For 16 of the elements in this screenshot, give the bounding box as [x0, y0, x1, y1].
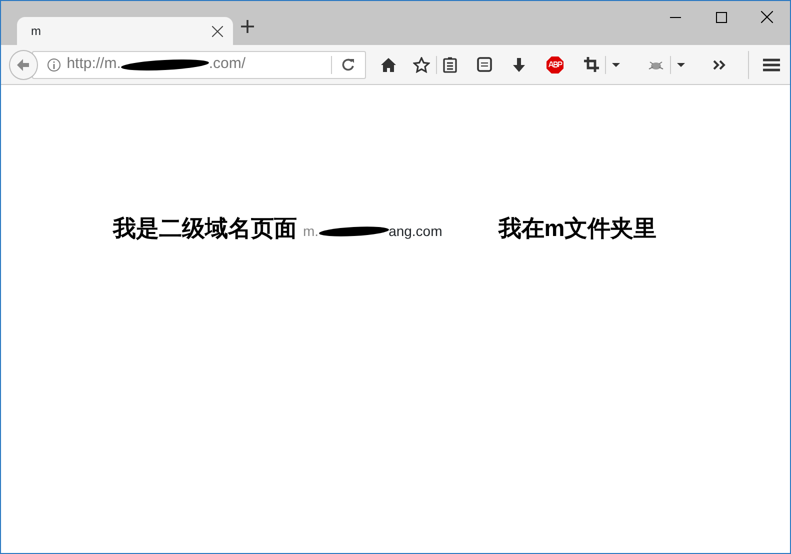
page-heading: 我是二级域名页面	[113, 215, 297, 243]
plus-icon[interactable]	[241, 20, 254, 34]
url-text: http://m.	[66, 54, 121, 74]
reload-icon[interactable]	[342, 58, 356, 71]
maximize-icon[interactable]	[716, 12, 726, 22]
address-field[interactable]: http://m. .com/	[32, 50, 366, 78]
domain-text: m.	[303, 222, 319, 241]
back-button[interactable]	[9, 50, 38, 80]
page-heading: 我在m文件夹里	[498, 215, 657, 243]
browser-tab[interactable]: m	[17, 17, 233, 45]
url-text: .com/	[208, 54, 246, 74]
back-arrow-icon	[16, 58, 30, 72]
close-icon[interactable]	[761, 11, 773, 23]
close-icon[interactable]	[212, 26, 223, 36]
info-icon[interactable]	[46, 58, 61, 72]
domain-text: ang.com	[388, 222, 442, 241]
